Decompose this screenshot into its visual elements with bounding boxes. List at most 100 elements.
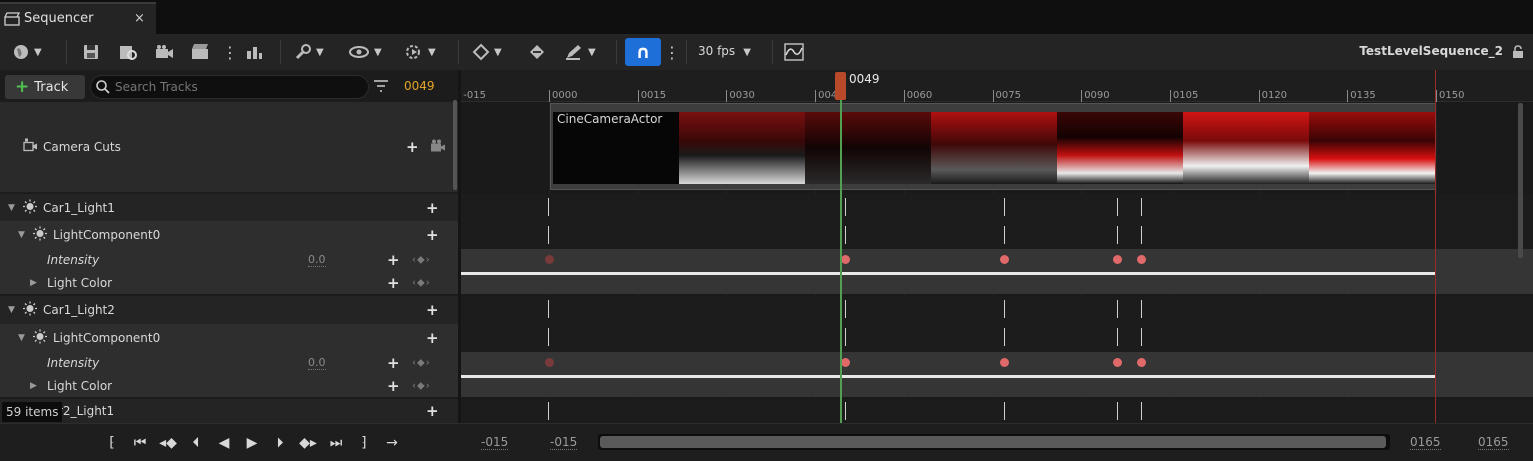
loop-mode-icon[interactable]: → — [380, 435, 404, 451]
filter-icon[interactable] — [373, 79, 389, 96]
section-key-marker[interactable] — [1117, 226, 1118, 244]
key-navigation-icon[interactable]: ‹◆› — [412, 277, 431, 288]
outliner-scrollbar[interactable] — [453, 100, 457, 190]
playback-range-end[interactable]: 0165 — [1410, 435, 1441, 450]
horizontal-scrollbar[interactable] — [598, 434, 1390, 450]
keyframe[interactable] — [1137, 255, 1146, 264]
scrollbar-thumb[interactable] — [600, 436, 1386, 448]
jump-to-start-icon[interactable]: ⁅ — [100, 435, 124, 451]
browse-icon[interactable] — [118, 40, 138, 64]
track-row-light-color[interactable]: ▶ Light Color + ‹◆› — [0, 271, 458, 294]
collapse-arrow-icon[interactable]: ▼ — [18, 333, 25, 343]
section-key-marker[interactable] — [1141, 328, 1142, 346]
keyframe[interactable] — [1000, 358, 1009, 367]
section-key-marker[interactable] — [1141, 198, 1142, 216]
track-row-car1-light1[interactable]: ▼ Car1_Light1 + — [0, 194, 458, 221]
add-icon[interactable]: + — [406, 138, 419, 156]
edit-pencil-icon[interactable]: ▼ — [564, 40, 596, 64]
save-icon[interactable] — [82, 40, 100, 64]
add-icon[interactable]: + — [426, 402, 439, 420]
collapse-arrow-icon[interactable]: ▼ — [18, 230, 25, 240]
intensity-value[interactable]: 0.0 — [308, 356, 326, 370]
play-icon[interactable]: ▶ — [240, 435, 264, 451]
render-movie-icon[interactable] — [190, 40, 210, 64]
wrench-icon[interactable]: ▼ — [294, 40, 324, 64]
snap-options-icon[interactable]: ⋮ — [664, 40, 680, 64]
intensity-value[interactable]: 0.0 — [308, 253, 326, 267]
camera-icon[interactable] — [430, 139, 446, 156]
section-key-marker[interactable] — [845, 300, 846, 318]
section-key-marker[interactable] — [1141, 402, 1142, 420]
auto-key-icon[interactable] — [528, 40, 546, 64]
keyframe[interactable] — [1113, 255, 1122, 264]
expand-arrow-icon[interactable]: ▶ — [30, 381, 37, 391]
section-key-marker[interactable] — [1004, 300, 1005, 318]
keyframe[interactable] — [1113, 358, 1122, 367]
section-key-marker[interactable] — [1117, 402, 1118, 420]
next-key-icon[interactable]: ◆▸ — [296, 435, 320, 451]
step-back-icon[interactable]: ⏴ — [184, 435, 208, 451]
timeline-scrollbar[interactable] — [1518, 103, 1523, 258]
track-row-car2-light1[interactable]: r2_Light1 + — [0, 399, 458, 423]
tab-sequencer[interactable]: Sequencer × — [0, 2, 156, 34]
key-navigation-icon[interactable]: ‹◆› — [412, 255, 431, 266]
track-row-light-component[interactable]: ▼ LightComponent0 + — [0, 221, 458, 249]
actions-icon[interactable] — [244, 40, 264, 64]
key-navigation-icon[interactable]: ‹◆› — [412, 358, 431, 369]
play-reverse-icon[interactable]: ◀ — [212, 435, 236, 451]
playback-end-marker[interactable] — [1435, 70, 1436, 423]
track-row-light-color[interactable]: ▶ Light Color + ‹◆› — [0, 374, 458, 397]
track-row-car1-light2[interactable]: ▼ Car1_Light2 + — [0, 296, 458, 324]
section-key-marker[interactable] — [1117, 198, 1118, 216]
keyframe[interactable] — [841, 255, 850, 264]
section-key-marker[interactable] — [1004, 402, 1005, 420]
add-key-icon[interactable]: + — [387, 274, 400, 292]
track-row-intensity[interactable]: Intensity 0.0 + ‹◆› — [0, 249, 458, 271]
add-icon[interactable]: + — [426, 199, 439, 217]
add-key-icon[interactable]: + — [387, 251, 400, 269]
collapse-arrow-icon[interactable]: ▼ — [8, 203, 15, 213]
jump-to-end-icon[interactable]: ⁆ — [352, 435, 376, 451]
add-icon[interactable]: + — [426, 329, 439, 347]
key-interpolation-icon[interactable]: ▼ — [472, 40, 502, 64]
next-frame-icon[interactable]: ⏭ — [324, 435, 348, 451]
close-icon[interactable]: × — [134, 11, 145, 26]
snap-toggle-button[interactable]: ∩ — [625, 38, 661, 66]
track-row-light-component[interactable]: ▼ LightComponent0 + — [0, 324, 458, 352]
expand-arrow-icon[interactable]: ▶ — [30, 278, 37, 288]
track-row-camera-cuts[interactable]: Camera Cuts + — [0, 102, 458, 192]
add-key-icon[interactable]: + — [387, 377, 400, 395]
frame-rate-dropdown[interactable]: 30 fps ▼ — [698, 44, 751, 58]
more-options-icon[interactable]: ⋮ — [222, 40, 238, 64]
search-box[interactable] — [90, 75, 369, 99]
step-forward-icon[interactable]: ⏵ — [268, 435, 292, 451]
section-key-marker[interactable] — [1141, 300, 1142, 318]
playback-range-start[interactable]: -015 — [550, 435, 578, 450]
section-key-marker[interactable] — [1004, 226, 1005, 244]
section-key-marker[interactable] — [1004, 328, 1005, 346]
section-key-marker[interactable] — [845, 198, 846, 216]
section-key-marker[interactable] — [1141, 226, 1142, 244]
section-key-marker[interactable] — [845, 328, 846, 346]
track-row-intensity[interactable]: Intensity 0.0 + ‹◆› — [0, 352, 458, 374]
view-range-start[interactable]: -015 — [481, 435, 509, 450]
section-key-marker[interactable] — [548, 300, 549, 318]
previous-frame-icon[interactable]: ⏮ — [128, 435, 152, 451]
keyframe[interactable] — [545, 358, 554, 367]
key-navigation-icon[interactable]: ‹◆› — [412, 380, 431, 391]
timeline-area[interactable]: -015 0000 0015 0030 0045 0060 0075 0090 0105 0120… — [461, 70, 1533, 423]
previous-key-icon[interactable]: ◂◆ — [156, 435, 180, 451]
keyframe[interactable] — [1000, 255, 1009, 264]
section-key-marker[interactable] — [1117, 300, 1118, 318]
keyframe[interactable] — [841, 358, 850, 367]
collapse-arrow-icon[interactable]: ▼ — [8, 305, 15, 315]
curve-editor-icon[interactable] — [784, 40, 804, 64]
section-key-marker[interactable] — [548, 328, 549, 346]
section-key-marker[interactable] — [845, 226, 846, 244]
section-key-marker[interactable] — [1004, 198, 1005, 216]
add-key-icon[interactable]: + — [387, 354, 400, 372]
view-range-end[interactable]: 0165 — [1478, 435, 1509, 450]
add-track-button[interactable]: + Track — [5, 75, 85, 99]
eye-icon[interactable]: ▼ — [348, 40, 382, 64]
section-key-marker[interactable] — [1117, 328, 1118, 346]
